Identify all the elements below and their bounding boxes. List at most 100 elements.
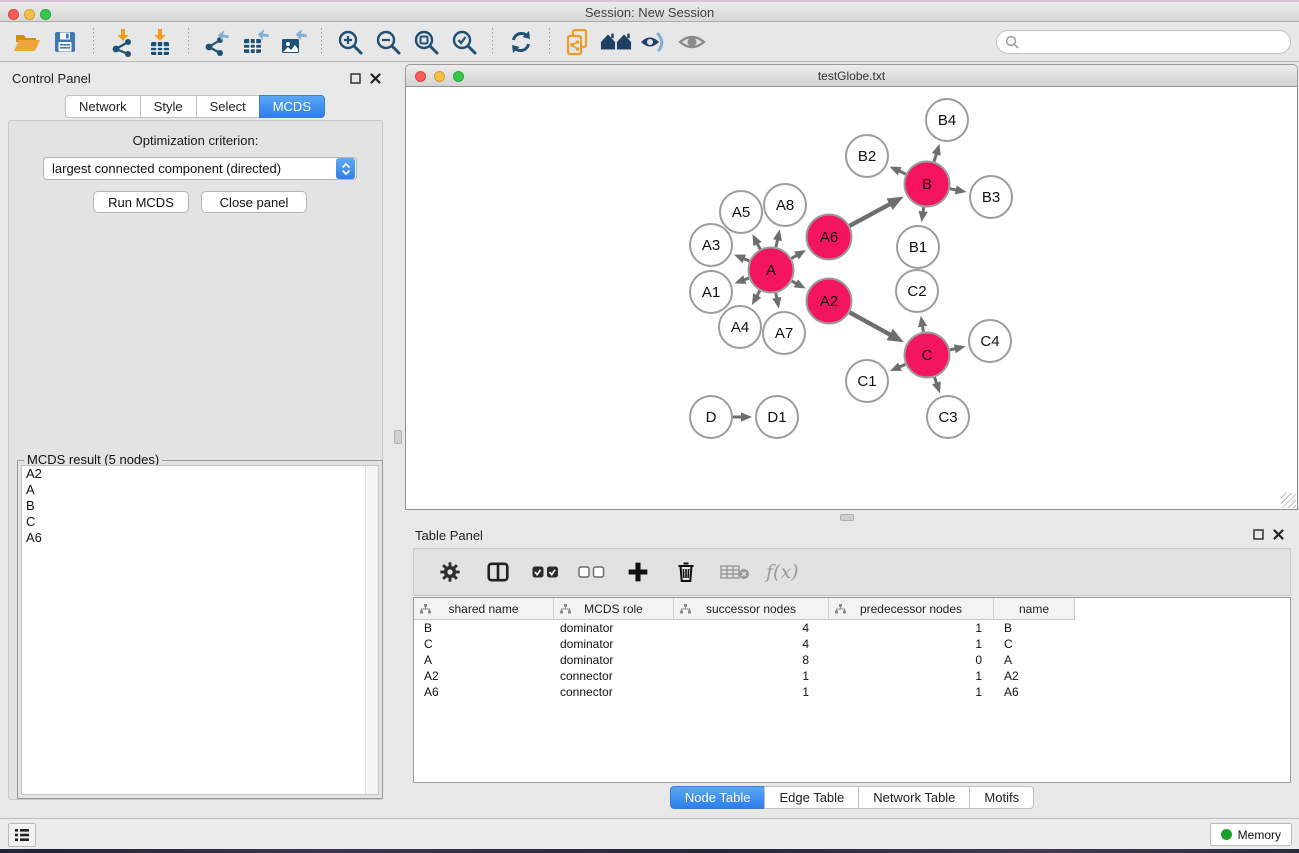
mcds-result-list: A2ABCA6 — [21, 465, 379, 795]
network-canvas[interactable]: AA1A2A3A4A5A6A7A8BB1B2B3B4CC1C2C3C4DD1 — [405, 86, 1298, 510]
criterion-select[interactable]: largest connected component (directed) — [43, 157, 357, 180]
list-scrollbar[interactable] — [365, 466, 378, 794]
import-network-icon[interactable] — [106, 26, 138, 58]
column-header-successor-nodes[interactable]: successor nodes — [674, 598, 829, 620]
split-columns-icon[interactable] — [482, 556, 514, 588]
table-row[interactable]: A2connector11A2 — [414, 668, 1290, 684]
main-toolbar — [0, 22, 1299, 62]
memory-status-icon — [1221, 829, 1232, 840]
select-all-checkboxes-icon[interactable] — [530, 556, 560, 588]
table-cell: A2 — [414, 668, 554, 684]
gear-icon[interactable] — [434, 556, 466, 588]
graph-node-label: B3 — [982, 189, 1000, 206]
toolbar-separator — [188, 28, 189, 56]
home-icon[interactable] — [600, 26, 632, 58]
table-row[interactable]: Bdominator41B — [414, 620, 1290, 636]
tab-mcds[interactable]: MCDS — [259, 95, 325, 118]
eye-slash-icon[interactable] — [638, 26, 670, 58]
run-mcds-button[interactable]: Run MCDS — [93, 191, 189, 213]
resize-grip[interactable] — [1281, 493, 1296, 508]
graph-node-label: A1 — [702, 284, 720, 301]
graph-edge-A6-B — [850, 204, 891, 226]
table-cell: B — [414, 620, 554, 636]
tab-edge-table[interactable]: Edge Table — [764, 786, 859, 809]
close-table-panel-icon[interactable] — [1271, 527, 1285, 541]
tab-network-table[interactable]: Network Table — [858, 786, 970, 809]
table-row[interactable]: Cdominator41C — [414, 636, 1290, 652]
network-window: testGlobe.txt AA1A2A3A4A5A6A7A8BB1B2B3B4… — [405, 64, 1298, 510]
tab-style[interactable]: Style — [140, 95, 197, 118]
mcds-result-item[interactable]: B — [22, 498, 378, 514]
optimization-criterion-label: Optimization criterion: — [9, 133, 382, 148]
column-header-shared-name[interactable]: shared name — [414, 598, 554, 620]
toolbar-separator — [549, 28, 550, 56]
search-input[interactable] — [996, 30, 1291, 54]
export-table-icon[interactable] — [239, 26, 271, 58]
status-bar: Memory — [0, 818, 1299, 849]
graph-node-label: B1 — [909, 239, 927, 256]
column-header-MCDS-role[interactable]: MCDS role — [554, 598, 674, 620]
delete-table-icon — [718, 556, 752, 588]
table-tabs: Node TableEdge TableNetwork TableMotifs — [405, 786, 1299, 809]
zoom-fit-icon[interactable] — [410, 26, 442, 58]
float-table-panel-icon[interactable] — [1251, 527, 1265, 541]
horizontal-divider-handle[interactable] — [840, 514, 854, 521]
graph-node-label: A6 — [820, 229, 838, 246]
control-panel-title: Control Panel — [12, 71, 91, 86]
unselect-all-checkboxes-icon[interactable] — [576, 556, 606, 588]
shared-column-icon — [835, 604, 846, 614]
mcds-panel: Optimization criterion: largest connecte… — [8, 120, 383, 800]
add-column-icon[interactable] — [622, 556, 654, 588]
zoom-out-icon[interactable] — [372, 26, 404, 58]
save-icon[interactable] — [49, 26, 81, 58]
export-image-icon[interactable] — [277, 26, 309, 58]
application-window: Session: New Session — [0, 0, 1299, 853]
memory-button[interactable]: Memory — [1210, 823, 1292, 846]
trash-icon[interactable] — [670, 556, 702, 588]
column-header-predecessor-nodes[interactable]: predecessor nodes — [829, 598, 994, 620]
mcds-result-item[interactable]: C — [22, 514, 378, 530]
graph-edge-A2-C — [850, 312, 892, 335]
graph-node-label: D1 — [767, 409, 786, 426]
shared-column-icon — [420, 604, 431, 614]
table-row[interactable]: Adominator80A — [414, 652, 1290, 668]
mcds-result-item[interactable]: A — [22, 482, 378, 498]
mcds-result-item[interactable]: A2 — [22, 466, 378, 482]
graph-node-label: A8 — [776, 197, 794, 214]
graph-node-label: A7 — [775, 325, 793, 342]
graph-node-label: C4 — [980, 333, 999, 350]
memory-label: Memory — [1238, 828, 1281, 842]
tab-select[interactable]: Select — [196, 95, 260, 118]
zoom-in-icon[interactable] — [334, 26, 366, 58]
table-cell: C — [414, 636, 554, 652]
vertical-divider-handle[interactable] — [394, 430, 402, 444]
table-cell: connector — [554, 684, 674, 700]
column-header-name[interactable]: name — [994, 598, 1075, 620]
node-table[interactable]: shared nameMCDS rolesuccessor nodesprede… — [413, 597, 1291, 783]
refresh-icon[interactable] — [505, 26, 537, 58]
tab-motifs[interactable]: Motifs — [969, 786, 1034, 809]
table-panel-title: Table Panel — [415, 528, 483, 543]
mcds-result-item[interactable]: A6 — [22, 530, 378, 546]
close-panel-button[interactable]: Close panel — [201, 191, 307, 213]
export-network-icon[interactable] — [201, 26, 233, 58]
graph-node-label: A2 — [820, 293, 838, 310]
open-folder-icon[interactable] — [11, 26, 43, 58]
table-cell: A6 — [994, 684, 1075, 700]
close-panel-icon[interactable] — [368, 71, 382, 85]
import-table-icon[interactable] — [144, 26, 176, 58]
table-row[interactable]: A6connector11A6 — [414, 684, 1290, 700]
graph-node-label: A5 — [732, 204, 750, 221]
eye-icon[interactable] — [676, 26, 708, 58]
table-cell: C — [994, 636, 1075, 652]
float-panel-icon[interactable] — [348, 71, 362, 85]
search-icon — [1005, 35, 1019, 49]
copy-network-icon[interactable] — [562, 26, 594, 58]
tab-network[interactable]: Network — [65, 95, 141, 118]
task-history-button[interactable] — [8, 823, 36, 847]
network-window-titlebar: testGlobe.txt — [405, 64, 1298, 86]
shared-column-icon — [560, 604, 571, 614]
tab-node-table[interactable]: Node Table — [670, 786, 766, 809]
list-icon — [14, 828, 30, 842]
zoom-selected-icon[interactable] — [448, 26, 480, 58]
